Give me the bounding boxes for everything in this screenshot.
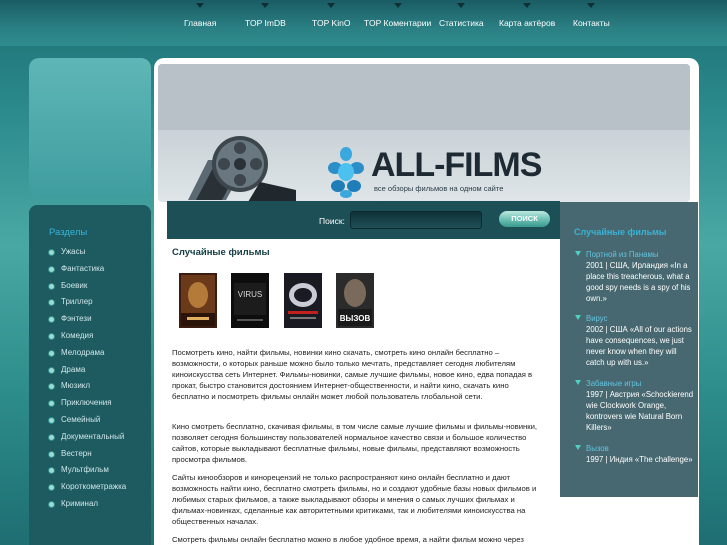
bullet-icon bbox=[49, 501, 54, 507]
poster-4-text: ВЫЗОВ bbox=[340, 314, 371, 323]
category-list: Ужасы Фантастика Боевик Триллер Фэнтези … bbox=[47, 247, 126, 516]
sidebar-item-label: Семейный bbox=[61, 414, 101, 424]
random-film-item: Забавные игры 1997 | Австрия «Schockiere… bbox=[574, 378, 694, 433]
random-film-desc: 1997 | Австрия «Schockierend wie Clockwo… bbox=[586, 390, 694, 432]
sidebar-item-short-film[interactable]: Короткометражка bbox=[47, 482, 126, 499]
sidebar-item-label: Триллер bbox=[61, 297, 93, 307]
sidebar-item-scifi[interactable]: Фантастика bbox=[47, 264, 126, 281]
bullet-icon bbox=[49, 350, 54, 356]
sidebar-item-label: Ужасы bbox=[61, 247, 86, 256]
random-film-item: Вызов 1997 | Индия «The challenge» bbox=[574, 443, 694, 465]
search-input[interactable] bbox=[350, 211, 482, 229]
bullet-icon bbox=[49, 451, 54, 457]
sidebar-item-fantasy[interactable]: Фэнтези bbox=[47, 314, 126, 331]
sidebar-categories: Разделы Ужасы Фантастика Боевик Триллер … bbox=[29, 205, 151, 545]
sidebar-item-label: Приключения bbox=[61, 398, 112, 408]
poster-1[interactable] bbox=[179, 273, 217, 328]
poster-4[interactable]: ВЫЗОВ bbox=[336, 273, 374, 328]
sidebar-item-crime[interactable]: Криминал bbox=[47, 499, 126, 516]
bullet-icon bbox=[49, 434, 54, 440]
random-film-link[interactable]: Портной из Панамы bbox=[574, 249, 694, 260]
intro-paragraph-1: Посмотреть кино, найти фильмы, новинки к… bbox=[172, 348, 533, 401]
intro-paragraph-2: Кино смотреть бесплатно, скачивая фильмы… bbox=[172, 422, 538, 464]
top-navigation-bar: Главная TOP ImDB TOP KinO TOP Коментарии… bbox=[0, 0, 727, 46]
nav-item-top-kino[interactable]: TOP KinO bbox=[312, 3, 350, 28]
bullet-icon bbox=[49, 384, 54, 390]
bullet-icon bbox=[49, 485, 54, 491]
bullet-icon bbox=[49, 417, 54, 423]
sidebar-item-comedy[interactable]: Комедия bbox=[47, 331, 126, 348]
sidebar-item-label: Комедия bbox=[61, 330, 94, 340]
intro-paragraph-4: Смотреть фильмы онлайн бесплатно можно в… bbox=[172, 535, 524, 544]
random-film-link[interactable]: Вызов bbox=[574, 443, 694, 454]
bullet-icon bbox=[49, 468, 54, 474]
sidebar-item-documentary[interactable]: Документальный bbox=[47, 432, 126, 449]
search-bar: Поиск: ПОИСК bbox=[167, 201, 560, 239]
sidebar-item-adventure[interactable]: Приключения bbox=[47, 398, 126, 415]
sidebar-item-label: Вестерн bbox=[61, 448, 92, 458]
sidebar-item-horror[interactable]: Ужасы bbox=[47, 247, 126, 264]
sidebar-item-label: Фэнтези bbox=[61, 314, 92, 324]
sidebar-item-drama[interactable]: Драма bbox=[47, 365, 126, 382]
sidebar-item-family[interactable]: Семейный bbox=[47, 415, 126, 432]
sidebar-item-label: Документальный bbox=[61, 431, 125, 441]
sidebar-item-action[interactable]: Боевик bbox=[47, 281, 126, 298]
bullet-icon bbox=[49, 250, 54, 255]
bullet-icon bbox=[49, 367, 54, 373]
nav-item-statistics[interactable]: Статистика bbox=[439, 3, 484, 28]
bullet-icon bbox=[49, 401, 54, 407]
nav-item-contacts[interactable]: Контакты bbox=[573, 3, 610, 28]
film-reel-icon bbox=[188, 136, 296, 202]
sidebar-item-label: Боевик bbox=[61, 280, 88, 290]
poster-3[interactable] bbox=[284, 273, 322, 328]
bullet-icon bbox=[49, 333, 54, 339]
sidebar-item-animation[interactable]: Мультфильм bbox=[47, 465, 126, 482]
sidebar-item-western[interactable]: Вестерн bbox=[47, 449, 126, 466]
left-decorative-box bbox=[29, 58, 151, 198]
sidebar-item-label: Мультфильм bbox=[61, 465, 109, 475]
sidebar-item-label: Фантастика bbox=[61, 263, 105, 273]
sidebar-item-musical[interactable]: Мюзикл bbox=[47, 381, 126, 398]
sidebar-item-label: Драма bbox=[61, 364, 86, 374]
sidebar-item-label: Криминал bbox=[61, 498, 99, 508]
sidebar-item-thriller[interactable]: Триллер bbox=[47, 297, 126, 314]
site-tagline: все обзоры фильмов на одном сайте bbox=[374, 184, 504, 193]
nav-item-home[interactable]: Главная bbox=[184, 3, 216, 28]
nav-item-top-imdb[interactable]: TOP ImDB bbox=[245, 3, 286, 28]
bullet-icon bbox=[49, 283, 54, 289]
random-film-desc: 2001 | США, Ирландия «In a place this tr… bbox=[586, 261, 691, 303]
nav-item-actors-map[interactable]: Карта актёров bbox=[499, 3, 555, 28]
random-films-sidebar: Случайные фильмы Портной из Панамы 2001 … bbox=[560, 202, 698, 497]
random-film-desc: 2002 | США «All of our actions have cons… bbox=[586, 325, 692, 367]
random-film-desc: 1997 | Индия «The challenge» bbox=[586, 455, 693, 464]
site-logo[interactable]: ALL-FILMS bbox=[371, 146, 542, 185]
bullet-icon bbox=[49, 317, 54, 323]
intro-paragraph-3: Сайты кинообзоров и кинорецензий не толь… bbox=[172, 473, 537, 526]
logo-icon bbox=[328, 147, 364, 198]
header-top-band bbox=[158, 64, 690, 130]
sidebar-item-label: Мюзикл bbox=[61, 381, 91, 391]
random-film-item: Вирус 2002 | США «All of our actions hav… bbox=[574, 313, 694, 368]
poster-2[interactable]: VIRUS bbox=[231, 273, 269, 328]
bullet-icon bbox=[49, 300, 54, 306]
random-film-link[interactable]: Забавные игры bbox=[574, 378, 694, 389]
bullet-icon bbox=[49, 266, 54, 272]
random-films-sidebar-title: Случайные фильмы bbox=[574, 227, 667, 237]
random-film-item: Портной из Панамы 2001 | США, Ирландия «… bbox=[574, 249, 694, 304]
sidebar-item-label: Мелодрама bbox=[61, 347, 105, 357]
sidebar-item-melodrama[interactable]: Мелодрама bbox=[47, 348, 126, 365]
random-films-heading: Случайные фильмы bbox=[172, 247, 270, 258]
random-film-link[interactable]: Вирус bbox=[574, 313, 694, 324]
poster-2-text: VIRUS bbox=[238, 290, 262, 299]
sidebar-title: Разделы bbox=[49, 227, 88, 238]
sidebar-item-label: Короткометражка bbox=[61, 482, 127, 492]
search-button[interactable]: ПОИСК bbox=[499, 211, 550, 227]
nav-item-top-comments[interactable]: TOP Коментарии bbox=[364, 3, 431, 28]
search-label: Поиск: bbox=[319, 216, 345, 226]
